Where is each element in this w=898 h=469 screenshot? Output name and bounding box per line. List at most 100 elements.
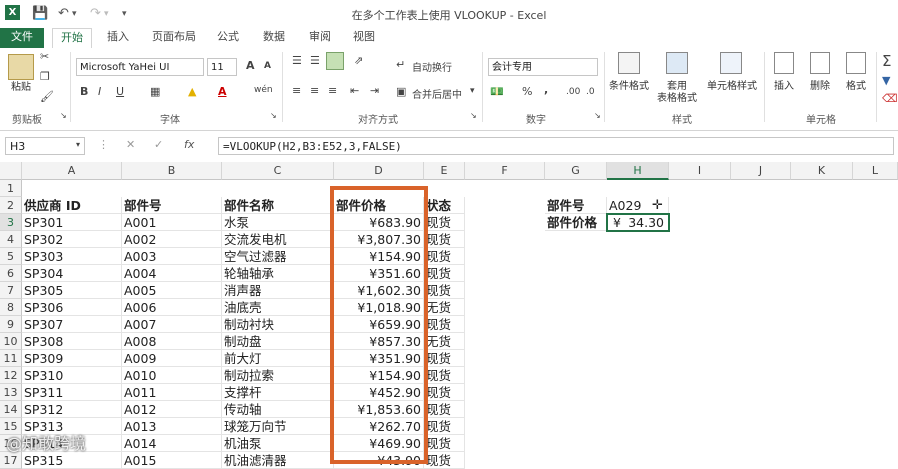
format-as-table-icon[interactable] (666, 52, 688, 74)
table-cell[interactable]: A002 (122, 231, 222, 248)
tab-view[interactable]: 视图 (344, 28, 384, 48)
table-cell[interactable]: SP309 (22, 350, 122, 367)
table-cell[interactable]: 现货 (424, 367, 465, 384)
table-cell[interactable]: A005 (122, 282, 222, 299)
align-left-icon[interactable]: ≡ (292, 84, 301, 97)
row-header-6[interactable]: 6 (0, 265, 22, 282)
percent-button[interactable]: % (522, 85, 532, 98)
font-name-select[interactable]: Microsoft YaHei UI (76, 58, 204, 76)
tab-insert[interactable]: 插入 (98, 28, 138, 48)
row-header-8[interactable]: 8 (0, 299, 22, 316)
name-box[interactable]: H3 (5, 137, 85, 155)
table-cell[interactable]: SP311 (22, 384, 122, 401)
merge-dropdown-icon[interactable]: ▾ (470, 86, 475, 96)
clear-icon[interactable]: ⌫ (882, 92, 898, 105)
table-cell[interactable]: 水泵 (222, 214, 334, 231)
autosum-icon[interactable]: Σ (882, 52, 891, 70)
table-cell[interactable]: SP302 (22, 231, 122, 248)
table-cell[interactable]: 现货 (424, 231, 465, 248)
table-cell[interactable]: 机油滤清器 (222, 452, 334, 469)
table-cell[interactable]: A010 (122, 367, 222, 384)
column-header-g[interactable]: G (545, 162, 607, 180)
table-cell[interactable]: 现货 (424, 265, 465, 282)
format-cells-button[interactable]: 格式 (840, 81, 872, 93)
conditional-format-button[interactable]: 条件格式 (606, 81, 652, 93)
lookup-label-part-no[interactable]: 部件号 (545, 197, 607, 214)
table-cell[interactable]: 油底壳 (222, 299, 334, 316)
delete-cells-button[interactable]: 删除 (804, 81, 836, 93)
font-size-select[interactable]: 11 (207, 58, 237, 76)
cancel-icon[interactable]: ✕ (126, 138, 135, 151)
table-cell[interactable]: A011 (122, 384, 222, 401)
cell-styles-icon[interactable] (720, 52, 742, 74)
decrease-decimal-button[interactable]: .0 (586, 87, 595, 97)
format-painter-icon[interactable]: 🖌 (40, 90, 54, 103)
phonetic-button[interactable]: wén (254, 85, 273, 95)
table-cell[interactable]: A015 (122, 452, 222, 469)
table-cell[interactable]: 现货 (424, 248, 465, 265)
table-cell[interactable]: 现货 (424, 350, 465, 367)
table-cell[interactable]: SP312 (22, 401, 122, 418)
table-header[interactable]: 状态 (424, 197, 465, 214)
table-cell[interactable]: 交流发电机 (222, 231, 334, 248)
row-header-14[interactable]: 14 (0, 401, 22, 418)
number-format-select[interactable]: 会计专用 (488, 58, 598, 76)
bold-button[interactable]: B (80, 85, 88, 98)
table-cell[interactable]: SP306 (22, 299, 122, 316)
font-launcher-icon[interactable]: ↘ (270, 111, 277, 120)
font-color-button[interactable]: A (218, 85, 227, 98)
cut-icon[interactable]: ✂ (40, 50, 49, 63)
table-cell[interactable]: 前大灯 (222, 350, 334, 367)
row-header-1[interactable]: 1 (0, 180, 22, 197)
tab-review[interactable]: 审阅 (300, 28, 340, 48)
insert-cells-button[interactable]: 插入 (768, 81, 800, 93)
decrease-indent-icon[interactable]: ⇤ (350, 84, 359, 97)
table-cell[interactable]: SP305 (22, 282, 122, 299)
row-header-13[interactable]: 13 (0, 384, 22, 401)
table-cell[interactable]: A013 (122, 418, 222, 435)
table-cell[interactable]: 传动轴 (222, 401, 334, 418)
table-cell[interactable]: A003 (122, 248, 222, 265)
table-cell[interactable]: 现货 (424, 214, 465, 231)
table-cell[interactable]: SP310 (22, 367, 122, 384)
table-cell[interactable]: A004 (122, 265, 222, 282)
align-bottom-icon[interactable] (326, 52, 344, 70)
align-center-icon[interactable]: ≡ (310, 84, 319, 97)
table-cell[interactable]: 制动盘 (222, 333, 334, 350)
table-cell[interactable]: A008 (122, 333, 222, 350)
format-cells-icon[interactable] (846, 52, 866, 74)
column-header-b[interactable]: B (122, 162, 222, 180)
table-cell[interactable]: SP308 (22, 333, 122, 350)
table-cell[interactable]: SP301 (22, 214, 122, 231)
select-all-corner[interactable] (0, 162, 22, 180)
number-launcher-icon[interactable]: ↘ (594, 111, 601, 120)
conditional-format-icon[interactable] (618, 52, 640, 74)
table-header[interactable]: 部件名称 (222, 197, 334, 214)
table-cell[interactable]: SP303 (22, 248, 122, 265)
column-header-j[interactable]: J (731, 162, 791, 180)
delete-cells-icon[interactable] (810, 52, 830, 74)
column-header-h[interactable]: H (607, 162, 669, 180)
table-cell[interactable]: 制动拉索 (222, 367, 334, 384)
table-cell[interactable]: A001 (122, 214, 222, 231)
paste-icon[interactable] (8, 54, 34, 80)
table-cell[interactable]: 现货 (424, 435, 465, 452)
currency-icon[interactable]: 💵 (490, 85, 504, 98)
table-cell[interactable]: 无货 (424, 333, 465, 350)
grow-font-button[interactable]: A (246, 59, 255, 72)
table-cell[interactable]: SP315 (22, 452, 122, 469)
shrink-font-button[interactable]: A (264, 61, 271, 71)
table-cell[interactable]: SP304 (22, 265, 122, 282)
copy-icon[interactable]: ❐ (40, 70, 50, 83)
fill-icon[interactable]: ▼ (882, 74, 890, 87)
table-cell[interactable]: 空气过滤器 (222, 248, 334, 265)
tab-formulas[interactable]: 公式 (208, 28, 248, 48)
clipboard-launcher-icon[interactable]: ↘ (60, 111, 67, 120)
column-header-a[interactable]: A (22, 162, 122, 180)
table-cell[interactable]: A014 (122, 435, 222, 452)
worksheet-grid[interactable]: A B C D E F G H I J K L 1 2 3 4 5 6 7 8 9 10 11 12 13 14 15 16 17 供应商… (0, 162, 898, 469)
merge-center-button[interactable]: 合并后居中 (412, 86, 462, 101)
format-as-table-label-1[interactable]: 套用 (656, 81, 698, 93)
more-icon[interactable]: ⋮ (98, 138, 109, 151)
table-cell[interactable]: 消声器 (222, 282, 334, 299)
